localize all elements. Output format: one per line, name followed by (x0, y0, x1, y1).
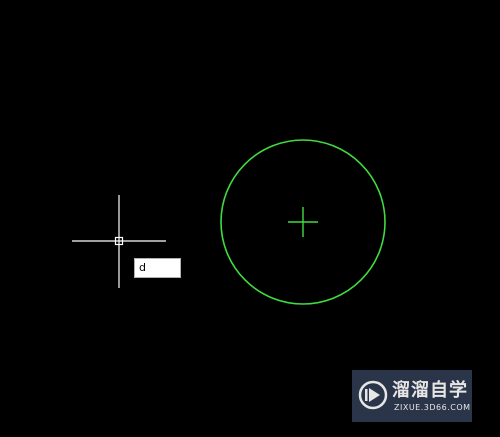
watermark: 溜溜自学 ZIXUE.3D66.COM (352, 370, 472, 422)
dynamic-input-field[interactable]: d (134, 258, 181, 278)
circle-center-mark (288, 207, 318, 237)
play-logo-icon (358, 380, 388, 410)
watermark-url: ZIXUE.3D66.COM (394, 403, 471, 412)
watermark-title: 溜溜自学 (392, 380, 468, 401)
drawing-canvas[interactable]: d 溜溜自学 ZIXUE.3D66.COM (0, 0, 500, 437)
